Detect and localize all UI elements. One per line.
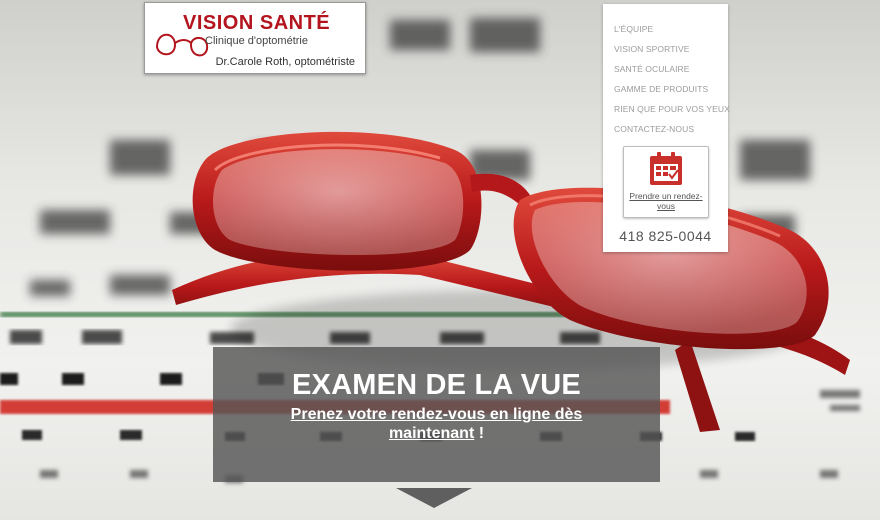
- appointment-button[interactable]: Prendre un rendez-vous: [623, 146, 709, 218]
- appointment-label: Prendre un rendez-vous: [629, 191, 703, 211]
- nav-item-gamme-produits[interactable]: Gamme de produits: [614, 82, 728, 102]
- phone-number[interactable]: 418 825-0044: [603, 228, 728, 244]
- logo-doctor-name: Dr.Carole Roth, optométriste: [215, 56, 355, 68]
- book-online-link[interactable]: Prenez votre rendez-vous en ligne dès ma…: [291, 406, 583, 442]
- nav-item-contactez-nous[interactable]: Contactez-nous: [614, 122, 728, 142]
- nav-item-sante-oculaire[interactable]: Santé oculaire: [614, 62, 728, 82]
- nav-item-rien-que-pour-vos-yeux[interactable]: Rien que pour vos yeux: [614, 102, 730, 122]
- logo-title: VISION SANTÉ: [183, 12, 331, 34]
- hero-banner: EXAMEN DE LA VUE Prenez votre rendez-vou…: [213, 347, 660, 482]
- calendar-icon: [650, 152, 682, 185]
- scroll-down-arrow-icon[interactable]: [396, 488, 472, 508]
- nav-menu: L'Équipe Vision sportive Santé oculaire …: [603, 4, 730, 142]
- logo-subtitle: Clinique d'optométrie: [205, 35, 308, 47]
- hero-subtitle: Prenez votre rendez-vous en ligne dès ma…: [273, 405, 600, 443]
- hero-title: EXAMEN DE LA VUE: [292, 369, 581, 401]
- main-navigation: L'Équipe Vision sportive Santé oculaire …: [603, 4, 730, 252]
- hero-subtitle-suffix: !: [474, 425, 485, 442]
- clinic-logo[interactable]: VISION SANTÉ Clinique d'optométrie Dr.Ca…: [144, 2, 366, 74]
- nav-item-vision-sportive[interactable]: Vision sportive: [614, 42, 728, 62]
- nav-item-equipe[interactable]: L'Équipe: [614, 22, 728, 42]
